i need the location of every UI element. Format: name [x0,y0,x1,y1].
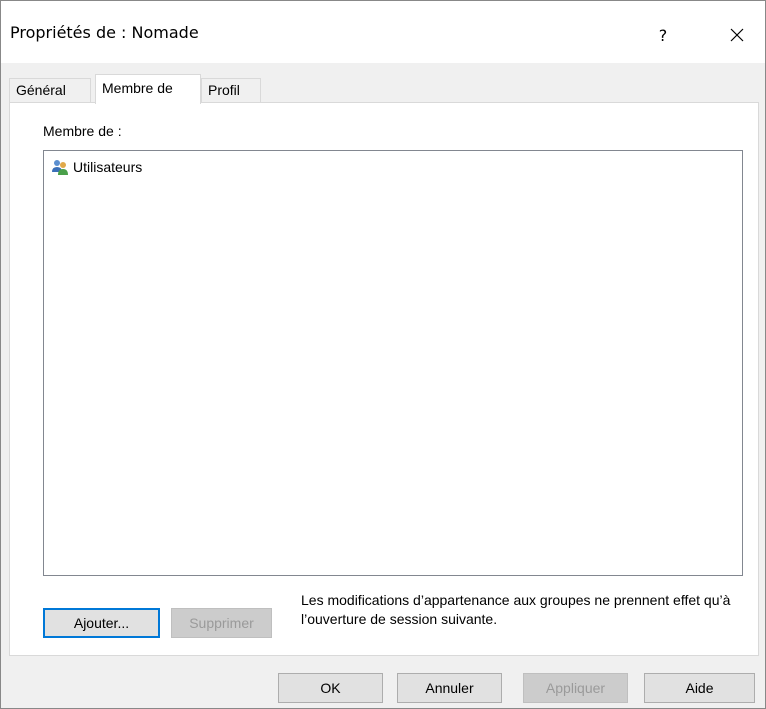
groups-list[interactable]: Utilisateurs [43,150,743,576]
apply-button[interactable]: Appliquer [523,673,628,703]
cancel-button[interactable]: Annuler [397,673,502,703]
tab-profile[interactable]: Profil [201,78,261,103]
group-name: Utilisateurs [73,159,143,175]
question-mark-icon: ? [658,25,668,45]
properties-dialog: Propriétés de : Nomade ? Général Membre … [0,0,766,709]
membership-note: Les modifications d’appartenance aux gro… [301,592,731,627]
close-icon [730,28,744,42]
list-item[interactable]: Utilisateurs [51,157,142,177]
tab-member-of[interactable]: Membre de [95,74,201,104]
remove-button[interactable]: Supprimer [171,608,272,638]
member-of-label: Membre de : [43,123,122,139]
tab-general[interactable]: Général [9,78,91,103]
ok-button[interactable]: OK [278,673,383,703]
title-bar[interactable]: Propriétés de : Nomade ? [1,1,765,63]
window-title: Propriétés de : Nomade [10,23,199,42]
tab-panel-member-of: Membre de : Utilisateurs Ajouter... Supp… [9,102,759,656]
close-button[interactable] [717,15,757,55]
help-button[interactable]: ? [643,15,683,55]
add-button[interactable]: Ajouter... [43,608,160,638]
help-footer-button[interactable]: Aide [644,673,755,703]
group-icon [52,160,68,175]
